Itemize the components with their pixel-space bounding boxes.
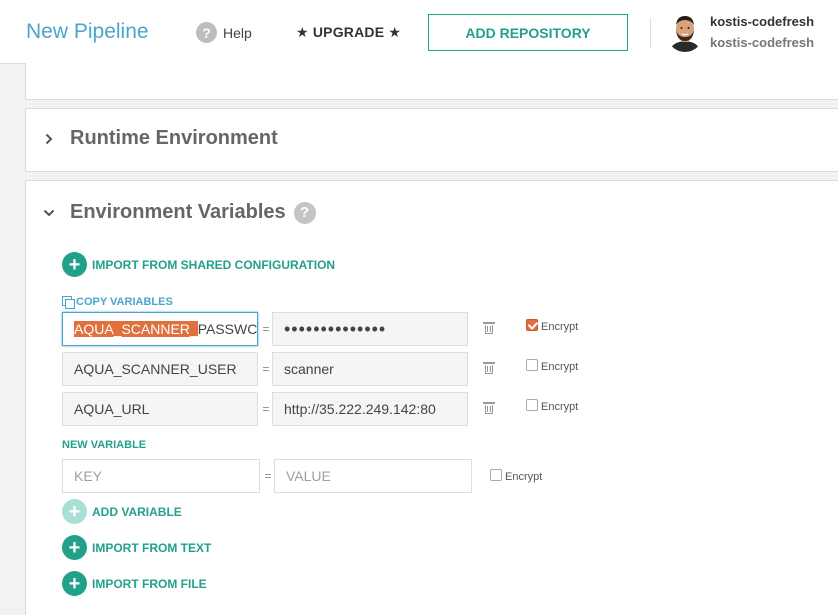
variable-row: AQUA_SCANNER_ PASSWC = •••••••••••••• Enc… [62, 312, 622, 346]
variable-value-input[interactable]: http://35.222.249.142:80 [272, 392, 468, 426]
question-icon[interactable]: ? [293, 201, 316, 224]
encrypt-checkbox[interactable]: Encrypt [526, 359, 579, 373]
encrypt-label: Encrypt [505, 471, 543, 483]
equals-sign: = [262, 402, 270, 416]
environment-variables-title: Environment Variables [70, 201, 286, 223]
chevron-down-icon [42, 209, 56, 217]
user-name: kostis-codefresh [710, 14, 815, 29]
previous-section-panel [25, 63, 838, 100]
plus-icon: + [62, 252, 87, 277]
runtime-environment-header[interactable]: Runtime Environment [42, 127, 278, 150]
add-repository-button[interactable]: ADD REPOSITORY [428, 14, 628, 51]
avatar[interactable] [666, 12, 704, 52]
encrypt-checkbox[interactable]: Encrypt [526, 319, 579, 333]
add-variable-label: ADD VARIABLE [92, 504, 182, 519]
import-shared-configuration-label: IMPORT FROM SHARED CONFIGURATION [92, 257, 336, 272]
runtime-environment-panel: Runtime Environment [25, 108, 838, 172]
trash-icon[interactable] [483, 361, 495, 375]
copy-variables-link[interactable]: COPY VARIABLES [62, 296, 173, 309]
environment-variables-header[interactable]: Environment Variables ? [42, 201, 316, 224]
import-from-text-label: IMPORT FROM TEXT [92, 540, 212, 555]
variable-row: AQUA_URL = http://35.222.249.142:80 Encr… [62, 392, 622, 426]
equals-sign: = [262, 362, 270, 376]
checkbox-icon [490, 469, 502, 481]
plus-icon: + [62, 499, 87, 524]
encrypt-label: Encrypt [541, 321, 579, 333]
variable-key-input[interactable]: AQUA_URL [62, 392, 258, 426]
avatar-image [666, 12, 704, 52]
import-from-file-label: IMPORT FROM FILE [92, 576, 207, 591]
variable-value-input[interactable]: •••••••••••••• [272, 312, 468, 346]
header-divider [650, 18, 651, 48]
equals-sign: = [264, 469, 272, 483]
import-from-text-button[interactable]: + IMPORT FROM TEXT [62, 535, 211, 560]
import-shared-configuration-button[interactable]: + IMPORT FROM SHARED CONFIGURATION [62, 252, 335, 277]
variable-value-input[interactable]: scanner [272, 352, 468, 386]
encrypt-label: Encrypt [541, 361, 579, 373]
variable-row: AQUA_SCANNER_USER = scanner Encrypt [62, 352, 622, 386]
new-key-input[interactable] [62, 459, 260, 493]
runtime-environment-title: Runtime Environment [70, 127, 278, 149]
checkbox-icon [526, 399, 538, 411]
chevron-right-icon [42, 133, 56, 145]
new-encrypt-checkbox[interactable]: Encrypt [490, 469, 543, 483]
variable-key-input[interactable]: AQUA_SCANNER_ PASSWC [62, 312, 258, 346]
environment-variables-panel: Environment Variables ? + IMPORT FROM SH… [25, 180, 838, 615]
help-label: Help [223, 24, 252, 41]
new-variable-row: = Encrypt [62, 459, 622, 493]
page-title: New Pipeline [26, 20, 149, 43]
trash-icon[interactable] [483, 321, 495, 335]
plus-icon: + [62, 571, 87, 596]
checkbox-icon [526, 359, 538, 371]
plus-icon: + [62, 535, 87, 560]
key-selected-text: AQUA_SCANNER_ [74, 321, 198, 337]
copy-icon [62, 296, 75, 309]
encrypt-checkbox[interactable]: Encrypt [526, 399, 579, 413]
trash-icon[interactable] [483, 401, 495, 415]
help-button[interactable]: ? Help [196, 22, 252, 43]
import-from-file-button[interactable]: + IMPORT FROM FILE [62, 571, 207, 596]
top-header: New Pipeline ? Help ★ UPGRADE ★ ADD REPO… [0, 0, 838, 64]
help-icon: ? [196, 22, 217, 43]
variable-key-input[interactable]: AQUA_SCANNER_USER [62, 352, 258, 386]
checkbox-icon [526, 319, 538, 331]
equals-sign: = [262, 322, 270, 336]
key-rest-text: PASSWC [197, 321, 258, 337]
copy-variables-label: COPY VARIABLES [76, 296, 173, 308]
encrypt-label: Encrypt [541, 401, 579, 413]
new-value-input[interactable] [274, 459, 472, 493]
upgrade-link[interactable]: ★ UPGRADE ★ [296, 24, 401, 41]
add-variable-button[interactable]: + ADD VARIABLE [62, 499, 182, 524]
account-name: kostis-codefresh [710, 35, 815, 50]
new-variable-label: NEW VARIABLE [62, 439, 147, 451]
